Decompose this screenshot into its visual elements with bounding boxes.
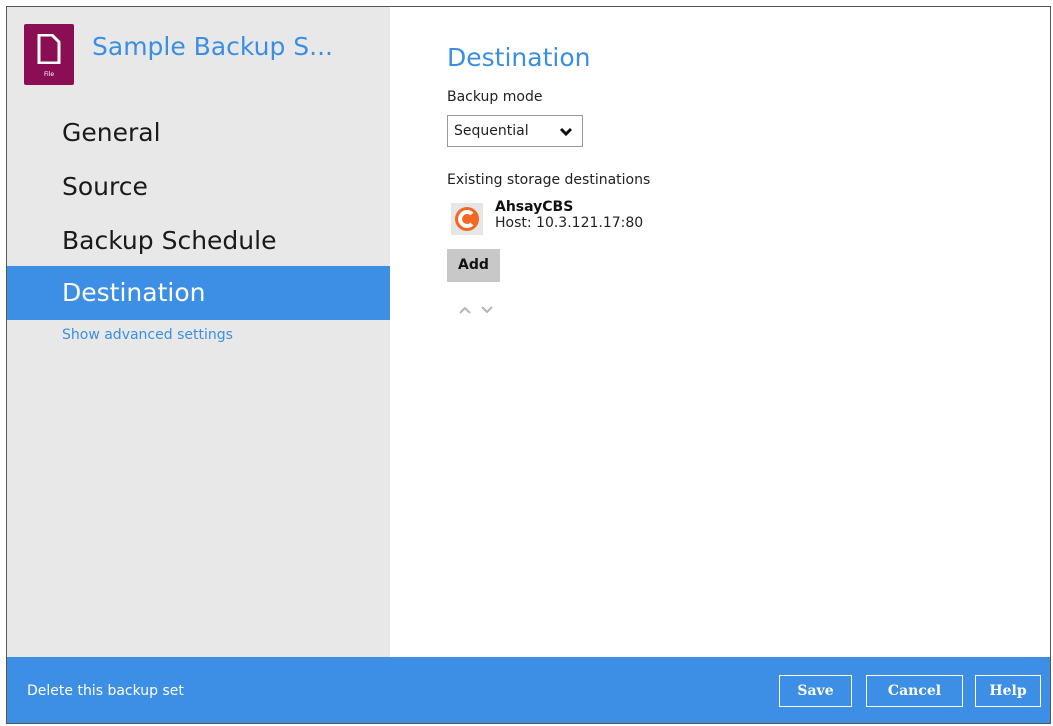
sidebar-item-label: Destination bbox=[62, 278, 206, 307]
cancel-button[interactable]: Cancel bbox=[866, 675, 963, 707]
destination-name: AhsayCBS bbox=[495, 199, 574, 215]
backup-set-title: Sample Backup S... bbox=[92, 32, 333, 61]
save-button[interactable]: Save bbox=[779, 675, 852, 707]
backup-mode-select[interactable]: Sequential bbox=[447, 115, 583, 147]
backup-mode-value: Sequential bbox=[454, 123, 529, 139]
ahsay-logo-icon bbox=[451, 203, 483, 235]
sidebar-item-backup-schedule[interactable]: Backup Schedule bbox=[7, 214, 390, 268]
sidebar-item-label: Source bbox=[62, 172, 148, 201]
existing-destinations-label: Existing storage destinations bbox=[447, 172, 651, 188]
sidebar: File Sample Backup S... General Source B… bbox=[7, 7, 390, 657]
move-up-icon[interactable] bbox=[458, 305, 472, 315]
help-button[interactable]: Help bbox=[975, 675, 1041, 707]
backup-set-window: File Sample Backup S... General Source B… bbox=[6, 6, 1051, 724]
sidebar-item-general[interactable]: General bbox=[7, 106, 390, 160]
destination-item[interactable]: AhsayCBS Host: 10.3.121.17:80 bbox=[447, 197, 747, 241]
add-destination-button[interactable]: Add bbox=[447, 249, 500, 282]
sidebar-item-source[interactable]: Source bbox=[7, 160, 390, 214]
destination-host: Host: 10.3.121.17:80 bbox=[495, 215, 644, 231]
document-icon bbox=[37, 34, 61, 64]
file-icon: File bbox=[24, 24, 74, 85]
sidebar-item-label: General bbox=[62, 118, 161, 147]
sidebar-item-destination[interactable]: Destination bbox=[7, 266, 390, 320]
move-down-icon[interactable] bbox=[480, 305, 494, 315]
sidebar-item-label: Backup Schedule bbox=[62, 226, 277, 255]
chevron-down-icon bbox=[559, 127, 573, 137]
backup-mode-label: Backup mode bbox=[447, 89, 543, 105]
show-advanced-settings-link[interactable]: Show advanced settings bbox=[62, 327, 233, 343]
footer-bar: Delete this backup set Save Cancel Help bbox=[7, 657, 1050, 723]
main-panel: Destination Backup mode Sequential Exist… bbox=[390, 7, 1050, 657]
page-title: Destination bbox=[447, 43, 591, 72]
delete-backup-set-link[interactable]: Delete this backup set bbox=[27, 683, 184, 699]
file-icon-caption: File bbox=[43, 71, 55, 78]
app-header: File Sample Backup S... bbox=[24, 24, 384, 86]
